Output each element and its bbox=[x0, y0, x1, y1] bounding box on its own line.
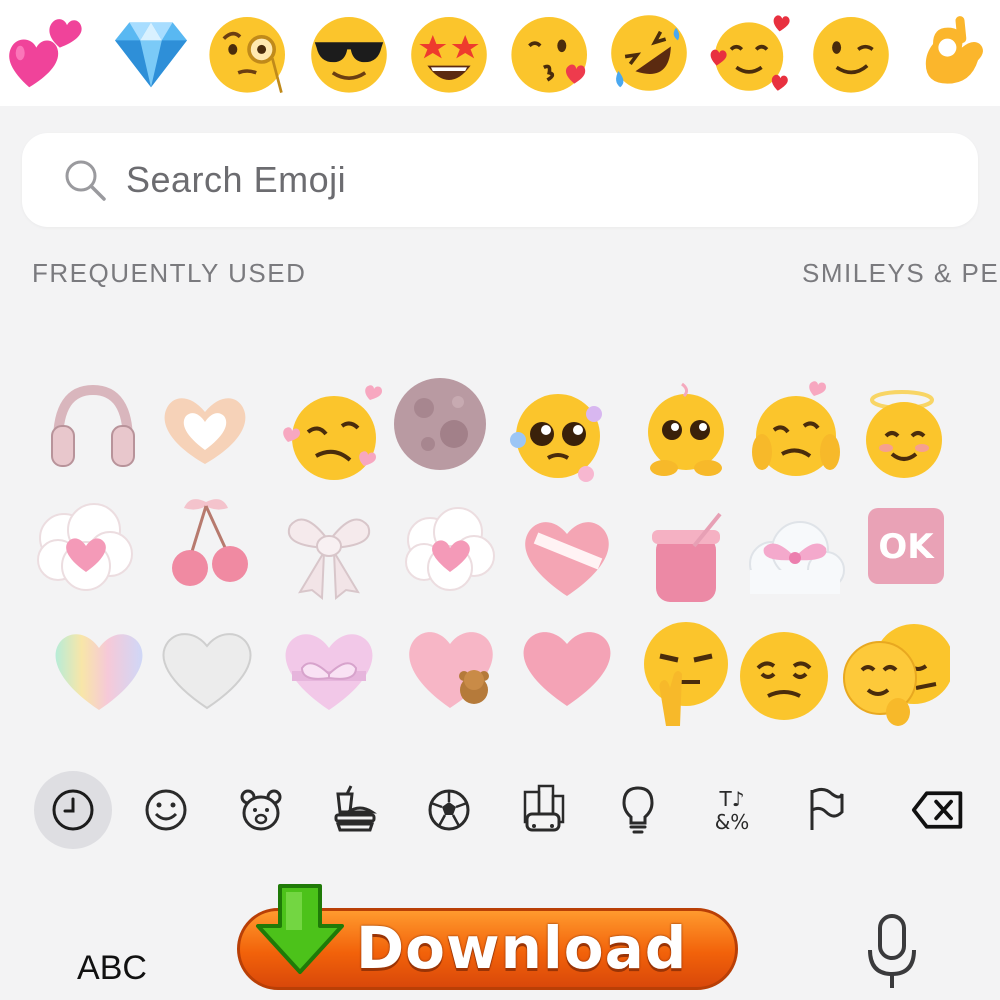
star-struck-icon bbox=[404, 8, 494, 98]
cherries-with-bow-emoji[interactable] bbox=[150, 488, 260, 598]
smiling-face-with-halo-hearts-emoji[interactable] bbox=[852, 384, 962, 494]
search-placeholder: Search Emoji bbox=[126, 159, 347, 200]
rolling-on-the-floor-laughing-icon bbox=[604, 8, 694, 98]
recent-clock-icon[interactable] bbox=[45, 782, 101, 838]
symbols-glyph-bottom: &% bbox=[715, 810, 750, 834]
activity-category-icon[interactable] bbox=[421, 782, 477, 838]
section-header-smileys[interactable]: SMILEYS & PE bbox=[802, 256, 1000, 290]
cloud-with-heart-2-emoji[interactable] bbox=[394, 494, 504, 604]
pleading-face-holding-back-emoji[interactable] bbox=[632, 376, 742, 486]
download-arrow-icon bbox=[256, 884, 344, 974]
smiling-face-with-hearts-icon bbox=[704, 8, 794, 98]
pink-headphones-emoji[interactable] bbox=[38, 372, 148, 482]
cloud-with-heart-emoji[interactable] bbox=[28, 490, 138, 600]
microphone-icon[interactable] bbox=[862, 912, 922, 992]
honey-pot-pink-emoji[interactable] bbox=[640, 506, 750, 616]
emoji-keyboard-screen: Search Emoji FREQUENTLY USED SMILEYS & P… bbox=[0, 0, 1000, 1000]
objects-category-icon[interactable] bbox=[610, 782, 666, 838]
hugging-faces-emoji[interactable] bbox=[840, 620, 950, 730]
symbols-category-icon[interactable]: T♪ &% bbox=[704, 782, 760, 838]
smiling-face-with-sunglasses-icon bbox=[304, 8, 394, 98]
pleading-face-with-flowers-emoji[interactable] bbox=[502, 382, 612, 492]
category-bar: T♪ &% bbox=[0, 770, 1000, 850]
animals-category-icon[interactable] bbox=[233, 782, 289, 838]
winking-face-icon bbox=[806, 8, 896, 98]
white-heart-emoji[interactable] bbox=[152, 612, 262, 722]
section-header-frequently-used: FREQUENTLY USED bbox=[32, 258, 307, 288]
rainbow-heart-emoji[interactable] bbox=[44, 612, 154, 722]
ok-button-emoji[interactable]: OK bbox=[862, 498, 972, 608]
gem-icon bbox=[106, 8, 196, 98]
smileys-category-icon[interactable] bbox=[138, 782, 194, 838]
face-with-monocle-icon bbox=[204, 8, 294, 98]
pink-moon-emoji[interactable] bbox=[388, 372, 498, 482]
white-bow-emoji[interactable] bbox=[274, 498, 384, 608]
woozy-face-with-hearts-emoji[interactable] bbox=[278, 380, 388, 490]
search-icon bbox=[65, 160, 106, 201]
search-input[interactable]: Search Emoji bbox=[22, 133, 978, 227]
mended-heart-emoji[interactable] bbox=[512, 500, 622, 610]
heart-hands-emoji[interactable] bbox=[150, 372, 260, 482]
peace-face-emoji[interactable] bbox=[630, 616, 740, 726]
two-hearts-icon bbox=[4, 8, 94, 98]
ok-button-label: OK bbox=[878, 527, 935, 567]
cloud-with-pink-bow-emoji[interactable] bbox=[738, 502, 848, 612]
travel-category-icon[interactable] bbox=[515, 782, 571, 838]
symbols-glyph-top: T♪ bbox=[719, 787, 745, 811]
face-blowing-a-kiss-icon bbox=[506, 8, 596, 98]
pink-heart-emoji[interactable] bbox=[512, 610, 622, 720]
pink-heart-with-teddy-emoji[interactable] bbox=[400, 610, 510, 720]
download-label: Download bbox=[356, 914, 688, 982]
ok-hand-icon bbox=[906, 8, 996, 98]
exhausted-face-emoji[interactable] bbox=[734, 630, 844, 740]
top-emoji-banner bbox=[0, 0, 1000, 106]
delete-backspace-icon[interactable] bbox=[910, 782, 970, 838]
flags-category-icon[interactable] bbox=[798, 782, 854, 838]
abc-keyboard-switch[interactable]: ABC bbox=[62, 944, 162, 992]
shy-face-with-hearts-emoji[interactable] bbox=[744, 378, 854, 488]
heart-with-bow-emoji[interactable] bbox=[274, 612, 384, 722]
food-category-icon[interactable] bbox=[326, 782, 382, 838]
